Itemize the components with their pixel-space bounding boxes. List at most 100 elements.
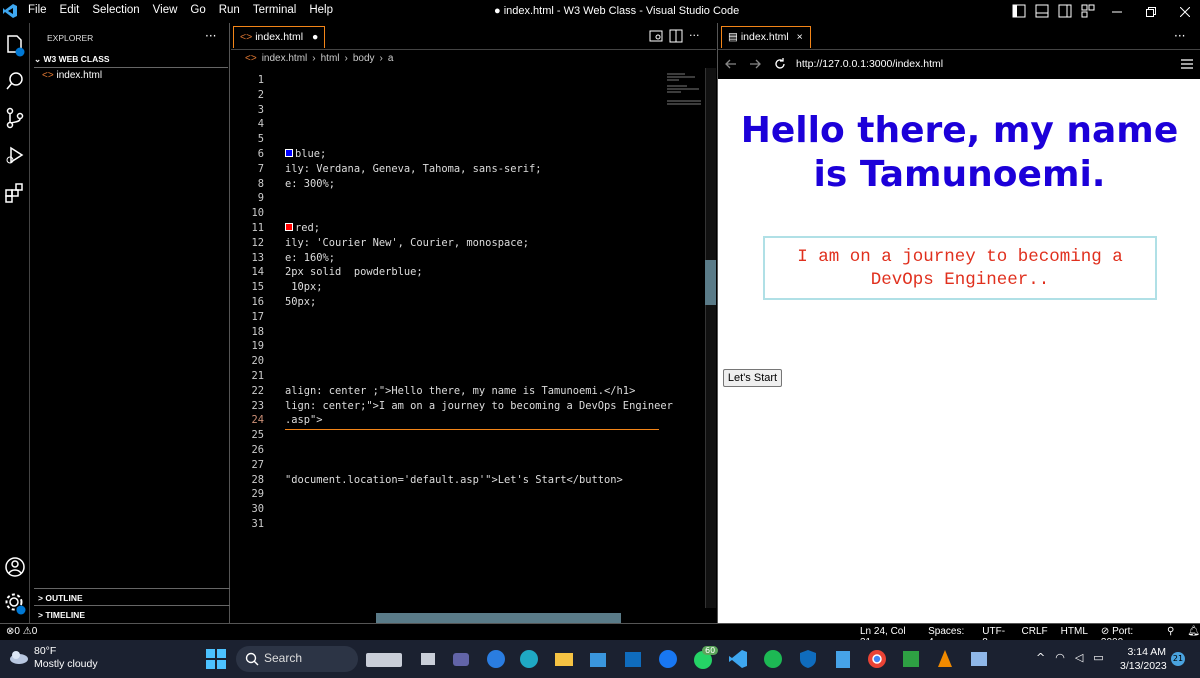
horizontal-scroll-thumb[interactable] xyxy=(376,613,621,623)
extensions-icon[interactable] xyxy=(3,181,27,205)
code-area[interactable]: 1 2 3 4 5 6 blue; 7 ily: Verdana, Geneva, Tahoma… xyxy=(231,68,716,608)
run-debug-icon[interactable] xyxy=(3,143,27,167)
timeline-section[interactable]: > TIMELINE xyxy=(34,605,230,622)
code-line[interactable]: red; xyxy=(285,222,320,234)
line-number: 23 xyxy=(251,399,264,412)
vscode-taskbar-icon[interactable] xyxy=(727,648,749,670)
teams-icon[interactable] xyxy=(450,648,472,670)
outline-section[interactable]: > OUTLINE xyxy=(34,588,230,605)
code-line[interactable]: 50px; xyxy=(285,296,316,308)
weather-widget[interactable]: 80°F Mostly cloudy xyxy=(8,645,98,670)
notepad-icon[interactable] xyxy=(832,648,854,670)
hamburger-menu-icon[interactable] xyxy=(1180,57,1194,71)
breadcrumb-body[interactable]: body xyxy=(353,53,375,64)
explorer-icon[interactable] xyxy=(3,33,27,57)
preview-more-icon[interactable]: ··· xyxy=(1174,29,1185,43)
url-field[interactable]: http://127.0.0.1:3000/index.html xyxy=(796,58,943,70)
menu-view[interactable]: View xyxy=(153,4,178,16)
menu-edit[interactable]: Edit xyxy=(60,4,80,16)
battery-icon[interactable]: ▭ xyxy=(1093,651,1103,664)
volume-icon[interactable]: ◁ xyxy=(1075,651,1083,664)
lets-start-button[interactable]: Let's Start xyxy=(723,369,782,387)
outlook-icon[interactable] xyxy=(622,648,644,670)
store-icon[interactable] xyxy=(587,648,609,670)
code-line[interactable]: 2px solid powderblue; xyxy=(285,266,423,278)
code-line[interactable]: "document.location='default.asp'">Let's … xyxy=(285,474,623,486)
remote-desktop-icon[interactable] xyxy=(485,648,507,670)
widgets-icon[interactable] xyxy=(365,648,402,670)
menu-run[interactable]: Run xyxy=(219,4,240,16)
windows-start-icon[interactable] xyxy=(205,648,227,670)
open-preview-icon[interactable] xyxy=(649,29,663,43)
wifi-icon[interactable]: ◠ xyxy=(1055,651,1065,664)
breadcrumb-html[interactable]: html xyxy=(321,53,340,64)
notification-badge[interactable]: 21 xyxy=(1171,652,1185,666)
warning-count: 0 xyxy=(31,626,38,637)
problems-indicator[interactable]: ⊗0 ⚠0 xyxy=(6,626,37,637)
url-bar: http://127.0.0.1:3000/index.html xyxy=(718,50,1200,79)
menu-file[interactable]: File xyxy=(28,4,47,16)
more-actions-icon[interactable]: ··· xyxy=(205,29,216,43)
chrome-icon[interactable] xyxy=(866,648,888,670)
toggle-panel-icon[interactable] xyxy=(1035,4,1049,18)
vertical-scrollbar[interactable] xyxy=(705,68,716,608)
task-view-icon[interactable] xyxy=(418,648,440,670)
color-swatch[interactable] xyxy=(285,223,293,231)
minimap[interactable] xyxy=(665,71,703,111)
line-number: 17 xyxy=(251,310,264,323)
tab-preview-index-html[interactable]: ▤ index.html × xyxy=(721,26,811,48)
reload-icon[interactable] xyxy=(773,57,787,71)
defender-icon[interactable] xyxy=(797,648,819,670)
unsaved-dot-icon[interactable]: ● xyxy=(312,31,318,43)
split-editor-icon[interactable] xyxy=(669,29,683,43)
file-index-html[interactable]: <> index.html xyxy=(42,70,102,81)
code-line[interactable]: 10px; xyxy=(285,281,322,293)
code-line[interactable]: ily: Verdana, Geneva, Tahoma, sans-serif… xyxy=(285,163,541,175)
chevron-up-icon[interactable]: ^ xyxy=(1036,651,1045,664)
minimize-icon[interactable] xyxy=(1100,0,1134,23)
code-line[interactable]: ily: 'Courier New', Courier, monospace; xyxy=(285,237,529,249)
warning-icon: ⚠ xyxy=(22,626,32,637)
editor-more-icon[interactable]: ··· xyxy=(689,29,703,43)
code-line[interactable]: blue; xyxy=(285,148,326,160)
vlc-icon[interactable] xyxy=(934,648,956,670)
breadcrumb-file[interactable]: index.html xyxy=(262,53,308,64)
breadcrumb-a[interactable]: a xyxy=(388,53,394,64)
restore-icon[interactable] xyxy=(1134,0,1168,23)
facebook-icon[interactable] xyxy=(657,648,679,670)
back-arrow-icon[interactable] xyxy=(724,57,738,71)
search-icon[interactable] xyxy=(3,69,27,93)
menu-terminal[interactable]: Terminal xyxy=(253,4,296,16)
check-app-icon[interactable] xyxy=(900,648,922,670)
spotify-icon[interactable] xyxy=(762,648,784,670)
close-tab-icon[interactable]: × xyxy=(797,31,803,43)
vertical-scroll-thumb[interactable] xyxy=(705,260,716,305)
clock[interactable]: 3:14 AM 3/13/2023 xyxy=(1120,645,1167,673)
toggle-sidebar-icon[interactable] xyxy=(1012,4,1026,18)
source-control-icon[interactable] xyxy=(3,106,27,130)
tab-index-html[interactable]: <> index.html ● xyxy=(233,26,325,48)
line-number: 13 xyxy=(251,251,264,264)
code-line[interactable]: lign: center;">I am on a journey to beco… xyxy=(285,400,673,412)
menu-go[interactable]: Go xyxy=(190,4,205,16)
toggle-secondary-sidebar-icon[interactable] xyxy=(1058,4,1072,18)
code-line[interactable]: e: 160%; xyxy=(285,252,335,264)
code-line[interactable]: align: center ;">Hello there, my name is… xyxy=(285,385,635,397)
line-number: 14 xyxy=(251,266,264,279)
forward-arrow-icon[interactable] xyxy=(748,57,762,71)
menu-selection[interactable]: Selection xyxy=(92,4,139,16)
explorer-sidebar: EXPLORER ··· ⌄ W3 WEB CLASS <> index.htm… xyxy=(31,23,230,626)
menu-help[interactable]: Help xyxy=(309,4,333,16)
browser-preview: ▤ index.html × ··· http://127.0.0.1:3000… xyxy=(717,23,1200,626)
account-icon[interactable] xyxy=(3,555,27,579)
close-icon[interactable] xyxy=(1168,0,1200,23)
file-explorer-icon[interactable] xyxy=(553,648,575,670)
settings-gear-icon[interactable] xyxy=(3,591,27,615)
line-number: 12 xyxy=(251,236,264,249)
color-swatch[interactable] xyxy=(285,149,293,157)
snipping-tool-icon[interactable] xyxy=(968,648,990,670)
customize-layout-icon[interactable] xyxy=(1081,4,1095,18)
edge-icon[interactable] xyxy=(518,648,540,670)
folder-w3-web-class[interactable]: ⌄ W3 WEB CLASS xyxy=(34,54,228,68)
code-line[interactable]: e: 300%; xyxy=(285,178,335,190)
